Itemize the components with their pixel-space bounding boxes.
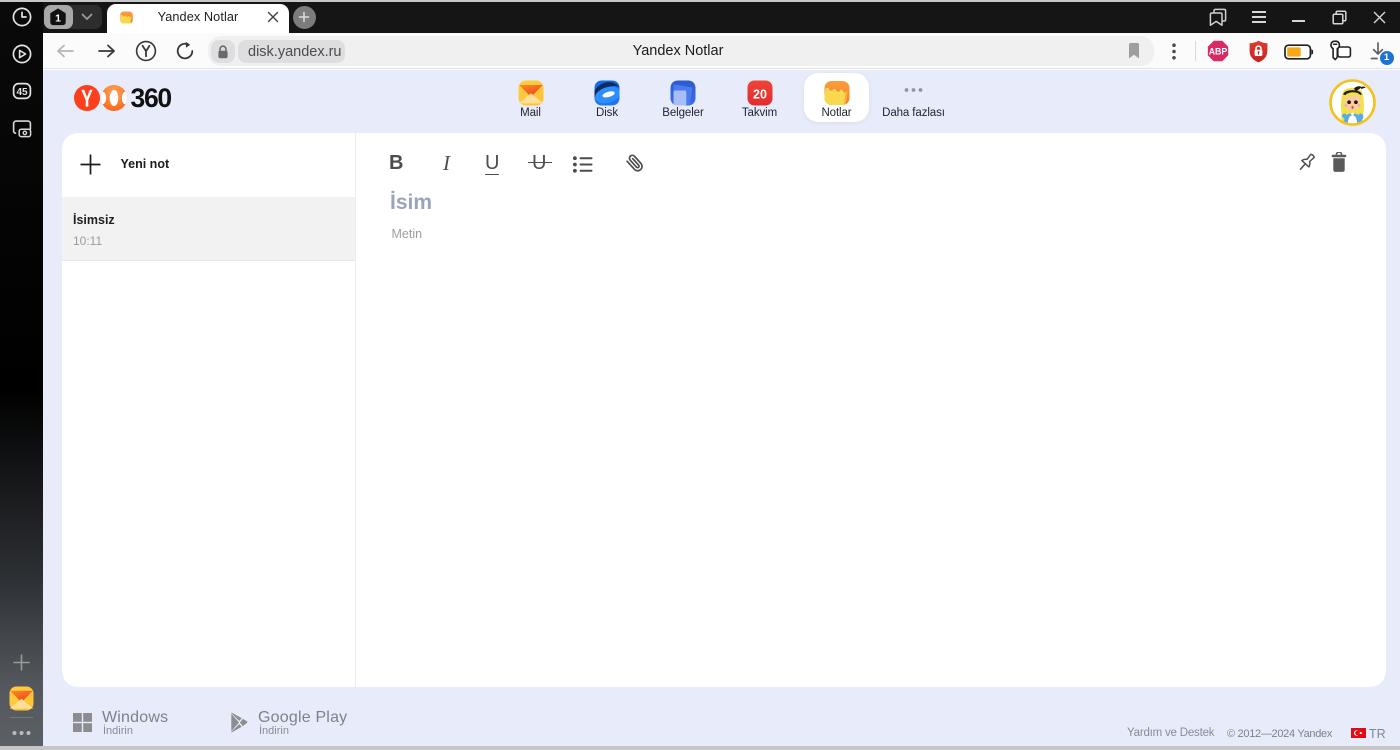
svg-text:45: 45 xyxy=(16,87,28,98)
svg-text:1: 1 xyxy=(55,12,61,24)
svg-text:ABP: ABP xyxy=(1209,46,1228,56)
svg-text:20: 20 xyxy=(753,87,767,101)
